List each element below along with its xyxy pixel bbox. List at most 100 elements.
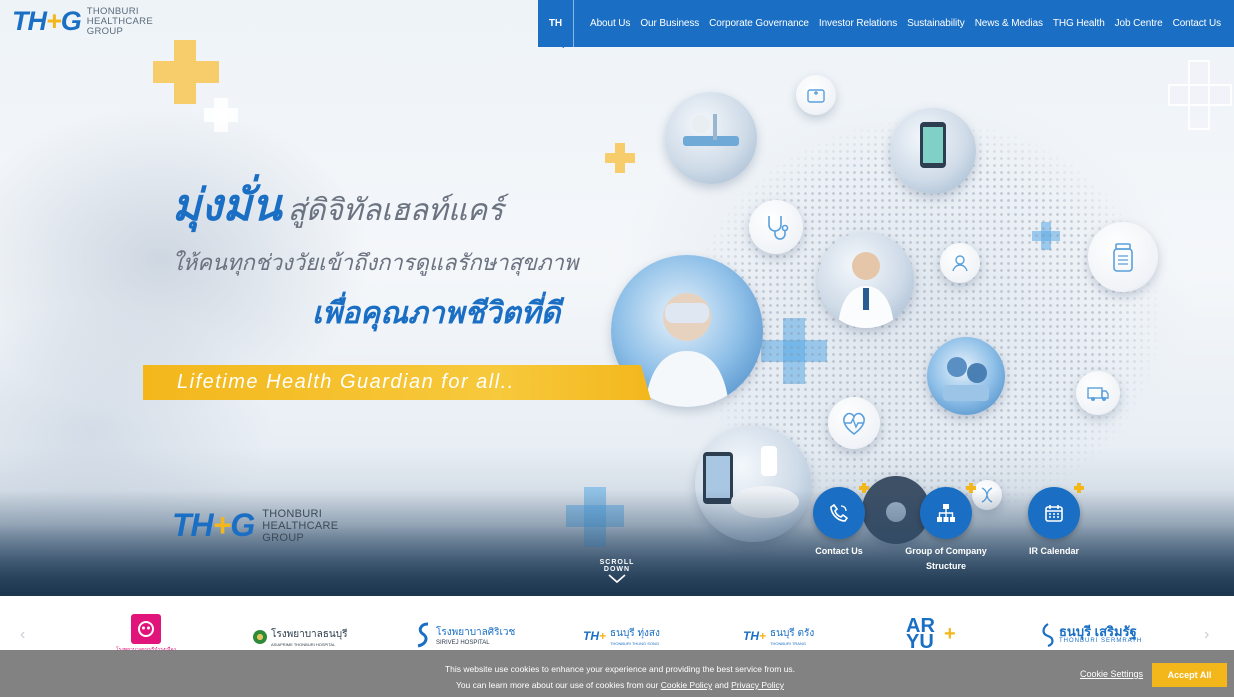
carousel-prev-arrow[interactable]: ‹ [20,626,25,644]
partner-name: ธนบุรี เสริมรัฐ [1059,624,1137,639]
patient-bubble [940,243,980,283]
heart-monitor-icon [843,412,865,435]
partner-name: โรงพยาบาลธนบุรี [271,629,348,640]
partner-text: ธนบุรี ทุ่งสง THONBURI THUNG SONG [610,626,660,646]
carousel-next-arrow[interactable]: › [1204,626,1209,644]
medical-bag-icon [807,89,825,103]
nav-our-business[interactable]: Our Business [640,18,699,29]
outline-cross-decoration [1168,84,1232,106]
hero-logo: TH+G THONBURI HEALTHCARE GROUP [172,507,338,544]
plus-icon [859,483,869,493]
partner-logo[interactable]: TH+ ธนบุรี ทุ่งสง THONBURI THUNG SONG [583,626,660,646]
headline-line-3: เพื่อคุณภาพชีวิตที่ดี [312,297,561,330]
partner-text: ธนบุรี ตรัง THONBURI TRANG [770,626,814,646]
partner-sub: THONBURI TRANG [770,641,806,646]
hospital-seal-icon [253,630,267,644]
ribbon-icon [1042,623,1054,648]
sirivej-s-icon [417,622,429,648]
partner-logo[interactable]: TH+ ธนบุรี ตรัง THONBURI TRANG [743,626,814,646]
nav-about-us[interactable]: About Us [590,18,630,29]
partner-logo[interactable]: โรงพยาบาลศิริเวช SIRIVEJ HOSPITAL [414,621,515,649]
partner-sub: ASIAPRIME THONBURI HOSPITAL [271,642,336,647]
nav-contact-us[interactable]: Contact Us [1173,18,1222,29]
plus-icon [966,483,976,493]
headline-light: สู่ดิจิทัลเฮลท์แคร์ [287,194,504,227]
headline: มุ่งมั่น สู่ดิจิทัลเฮลท์แคร์ [172,170,503,240]
quick-link-contact[interactable]: Contact Us [784,483,894,559]
phone-app-photo-bubble [890,108,976,194]
hero-logo-text: THONBURI HEALTHCARE GROUP [262,507,339,544]
tagline-text: Lifetime Health Guardian for all.. [177,371,515,393]
tagline-bar: Lifetime Health Guardian for all.. [143,365,651,400]
medical-bag-bubble [796,75,836,115]
partner-logo[interactable]: ธนบุรี เสริมรัฐ THONBURI SERMRATH [1041,622,1142,648]
accept-all-button[interactable]: Accept All [1152,663,1227,687]
headline-bold: มุ่งมั่น [172,181,282,230]
surgery-photo-bubble [927,337,1005,415]
quick-link-label[interactable]: IR Calendar [1029,544,1079,559]
nav-investor-relations[interactable]: Investor Relations [819,18,897,29]
plus-icon: + [944,623,956,645]
partner-sub: SIRIVEJ HOSPITAL [436,639,490,646]
lab-photo-bubble [665,92,757,184]
white-cross-decoration [204,108,238,122]
thg-small-mark: TH+ [743,629,767,643]
nav-job-centre[interactable]: Job Centre [1115,18,1163,29]
quick-link-circle[interactable] [813,483,869,539]
stethoscope-icon [768,216,789,240]
main-nav: TH About Us Our Business Corporate Gover… [538,0,1234,47]
partner-sub: THONBURI THUNG SONG [610,641,660,646]
nav-corporate-governance[interactable]: Corporate Governance [709,18,809,29]
hospital-badge-icon [130,614,161,644]
phone-icon [830,503,849,522]
thg-small-mark: TH+ [583,629,607,643]
cookie-banner: This website use cookies to enhance your… [0,650,1234,697]
nav-items: About Us Our Business Corporate Governan… [574,18,1221,29]
partner-text: โรงพยาบาลธนบุรี ASIAPRIME THONBURI HOSPI… [271,627,347,647]
medicine-bottle-icon [1113,243,1133,272]
cookie-line-2: You can learn more about our use of cook… [455,680,785,690]
cookie-settings-link[interactable]: Cookie Settings [1080,669,1143,679]
partner-logo[interactable]: ARYU + [906,615,956,653]
org-chart-icon [937,504,955,522]
cookie-message: This website use cookies to enhance your… [360,661,880,693]
partner-text: โรงพยาบาลศิริเวช SIRIVEJ HOSPITAL [436,625,515,646]
partner-name: ARYU [906,615,935,653]
logo-text[interactable]: THONBURI HEALTHCARE GROUP [87,6,153,37]
hero-banner: มุ่งมั่น สู่ดิจิทัลเฮลท์แคร์ ให้คนทุกช่ว… [0,0,1234,596]
stethoscope-bubble [749,200,803,254]
doctor-photo-bubble [818,232,914,328]
patient-icon [952,255,968,272]
nav-thg-health[interactable]: THG Health [1053,18,1105,29]
logo-mark[interactable]: TH+G [12,6,82,37]
partner-name: ธนบุรี ตรัง [770,628,815,639]
quick-link-group-structure[interactable]: Group of Company Structure [891,483,1001,574]
chevron-down-icon[interactable] [608,574,626,584]
partner-logo[interactable]: โรงพยาบาลธนบุรีบำรุงเมือง [116,614,176,654]
privacy-policy-link[interactable]: Privacy Policy [731,680,784,690]
scroll-down-label[interactable]: SCROLL DOWN [587,559,647,573]
yellow-cross-decoration [605,153,635,163]
partner-sub: THONBURI SERMRATH [1059,638,1143,644]
quick-link-ir-calendar[interactable]: IR Calendar [999,483,1109,559]
language-switch[interactable]: TH [538,0,574,47]
calendar-icon [1045,505,1063,522]
headline-line-2: ให้คนทุกช่วงวัยเข้าถึงการดูแลรักษาสุขภาพ [172,250,579,275]
partner-text: ธนบุรี เสริมรัฐ THONBURI SERMRATH [1059,624,1143,644]
yellow-cross-decoration [153,61,219,83]
partner-logo[interactable]: โรงพยาบาลธนบุรี ASIAPRIME THONBURI HOSPI… [253,627,347,647]
medicine-bottle-bubble [1088,222,1158,292]
plus-icon [1074,483,1084,493]
ambulance-icon [1087,387,1109,401]
hero-logo-mark: TH+G [172,507,255,543]
nav-news-medias[interactable]: News & Medias [975,18,1043,29]
partner-name: โรงพยาบาลศิริเวช [436,626,516,638]
quick-link-label[interactable]: Contact Us [815,544,863,559]
quick-link-circle[interactable] [920,483,976,539]
partner-name: ธนบุรี ทุ่งสง [610,628,660,639]
quick-link-label[interactable]: Group of Company Structure [901,544,991,574]
site-logo[interactable]: TH+G THONBURI HEALTHCARE GROUP [12,6,153,37]
nav-sustainability[interactable]: Sustainability [907,18,965,29]
cookie-policy-link[interactable]: Cookie Policy [661,680,713,690]
quick-link-circle[interactable] [1028,483,1084,539]
